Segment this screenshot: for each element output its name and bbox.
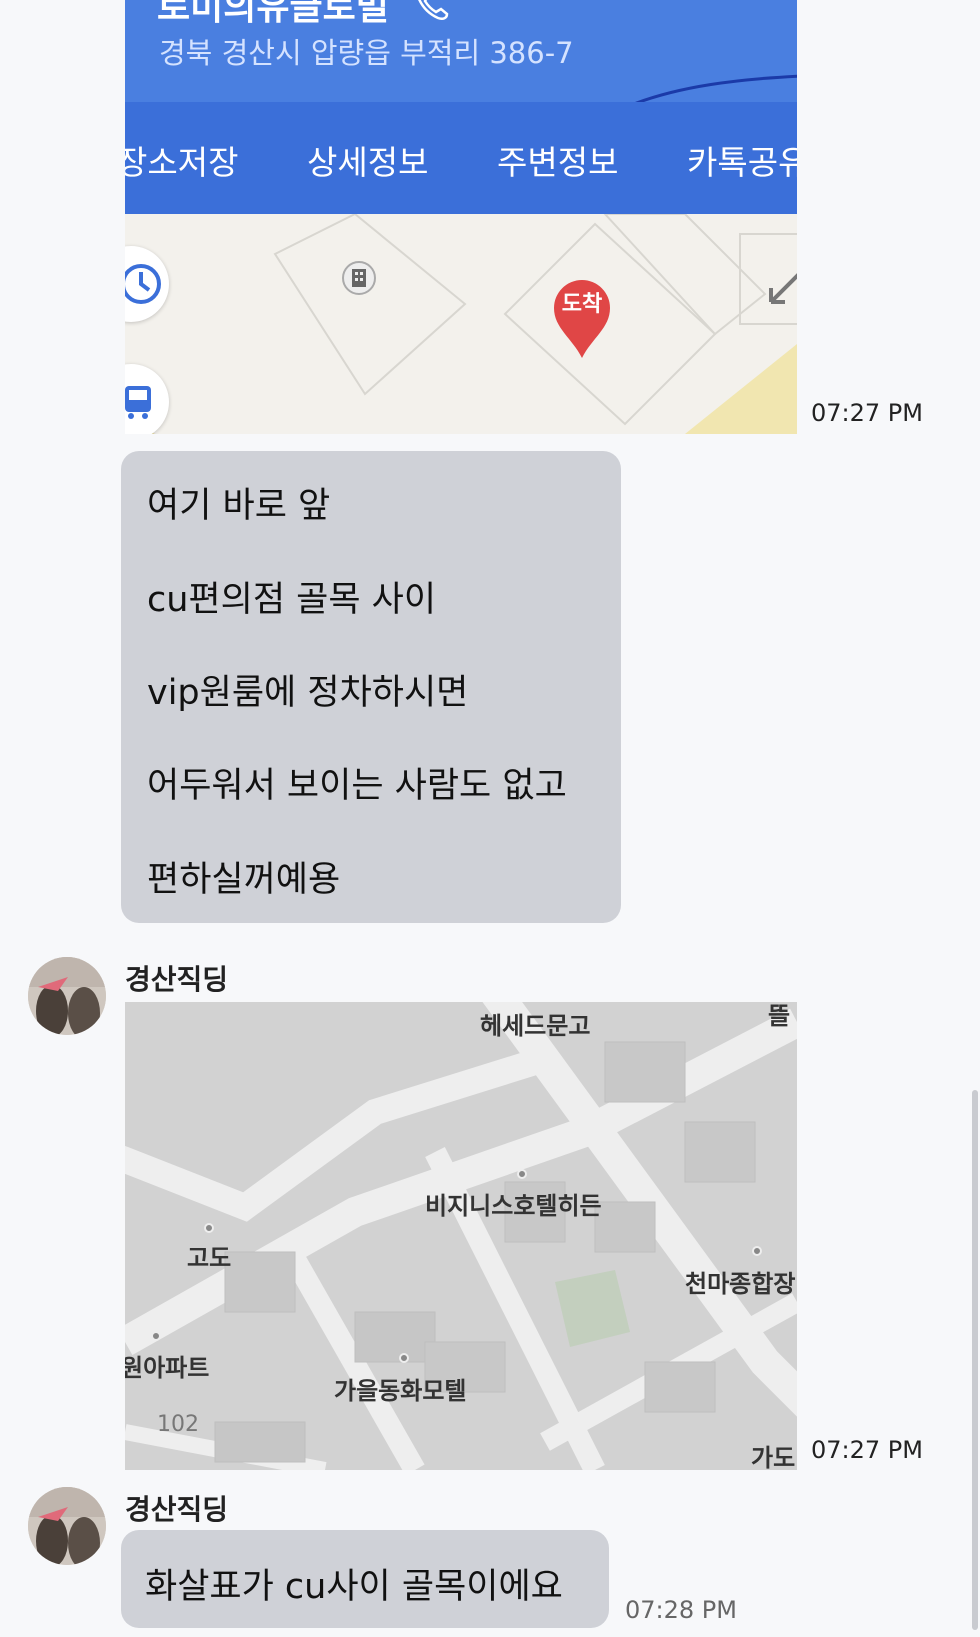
avatar[interactable]: [28, 1487, 106, 1565]
map-label: 천마종합장: [685, 1270, 796, 1298]
chat-bubble[interactable]: 여기 바로 앞 cu편의점 골목 사이 vip원룸에 정차하시면 어두워서 보이…: [121, 451, 621, 923]
avatar-photo: [28, 957, 106, 1035]
chat-bubble[interactable]: 화살표가 cu사이 골목이에요: [121, 1530, 609, 1628]
map-card-tabs: 장소저장 상세정보 주변정보 카톡공유: [125, 102, 797, 214]
message-text: 화살표가 cu사이 골목이에요: [145, 1567, 563, 1607]
tab-nearby[interactable]: 주변정보: [497, 136, 618, 184]
avatar-photo: [28, 1487, 106, 1565]
tab-save-place[interactable]: 장소저장: [125, 136, 238, 184]
scrollbar[interactable]: [972, 1090, 978, 1630]
pin-label: 도착: [561, 292, 603, 317]
map-label: 102: [157, 1412, 199, 1437]
map-label: 가도: [751, 1444, 796, 1470]
timestamp: 07:28 PM: [625, 1596, 737, 1624]
bus-icon: [125, 386, 151, 419]
place-title[interactable]: 로미의유글로벌: [157, 0, 389, 30]
map-label: 헤세드문고: [480, 1012, 591, 1040]
avatar[interactable]: [28, 957, 106, 1035]
arrow-icon: [769, 273, 797, 304]
map-label: 고도: [187, 1244, 232, 1272]
map-label: 가을동화모텔: [334, 1377, 467, 1405]
map-card-header: 로미의유글로벌 경북 경산시 압량읍 부적리 386-7: [125, 0, 797, 124]
message-line: 여기 바로 앞: [147, 486, 331, 526]
timestamp: 07:27 PM: [811, 399, 923, 427]
sender-name: 경산직딩: [125, 1493, 229, 1526]
message-line: 편하실꺼예용: [147, 860, 341, 900]
building-icon: [342, 261, 376, 295]
destination-pin[interactable]: 도착: [550, 276, 614, 360]
timestamp: 07:27 PM: [811, 1436, 923, 1464]
tab-details[interactable]: 상세정보: [307, 136, 428, 184]
tab-kakao-share[interactable]: 카톡공유: [687, 136, 797, 184]
map-share-card[interactable]: 로미의유글로벌 경북 경산시 압량읍 부적리 386-7 장소저장 상세정보 주…: [125, 0, 797, 434]
message-line: vip원룸에 정차하시면: [147, 673, 469, 713]
phone-icon[interactable]: [415, 0, 451, 22]
place-address: 경북 경산시 압량읍 부적리 386-7: [159, 36, 574, 70]
map-roads: [125, 214, 797, 434]
sender-name: 경산직딩: [125, 963, 229, 996]
map-label: 비지니스호텔히든: [425, 1192, 602, 1220]
map-view[interactable]: 도착: [125, 214, 797, 434]
map-image[interactable]: 헤세드문고 뜰 비지니스호텔히든 고도 천마종합장 원아파트 가을동화모텔 10…: [125, 1002, 797, 1470]
map-label: 뜰: [768, 1002, 791, 1030]
message-line: cu편의점 골목 사이: [147, 580, 437, 620]
message-line: 어두워서 보이는 사람도 없고: [147, 766, 567, 806]
map-label: 원아파트: [125, 1354, 210, 1382]
clock-icon: [125, 264, 161, 304]
